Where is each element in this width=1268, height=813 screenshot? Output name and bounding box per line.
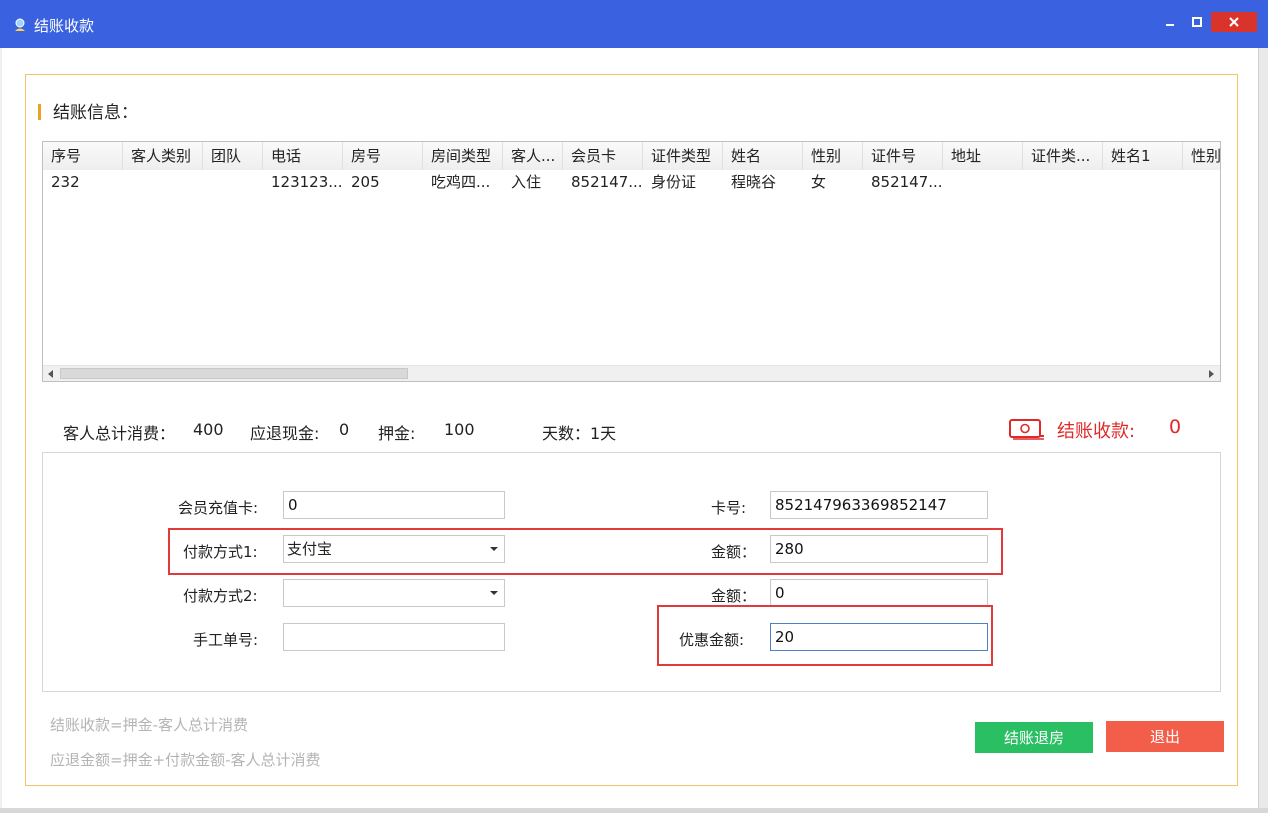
payment-method-2-label: 付款方式2: [183, 587, 258, 605]
days-label: 天数：1天 [542, 424, 617, 443]
column-header[interactable]: 会员卡 [563, 142, 643, 170]
table-cell: 程晓谷 [731, 173, 777, 191]
money-icon [1009, 419, 1044, 440]
title-bar: 结账收款 [0, 0, 1268, 48]
table-cell [943, 169, 1023, 195]
formula-checkout: 结账收款=押金-客人总计消费 [50, 716, 248, 734]
maximize-button[interactable] [1184, 12, 1210, 32]
amount-1-label: 金额： [711, 543, 757, 561]
column-header[interactable]: 性别 [1183, 142, 1220, 170]
close-icon [1229, 17, 1239, 27]
column-header[interactable]: 地址 [943, 142, 1023, 170]
deposit-value: 100 [444, 420, 475, 439]
table-cell: 身份证 [651, 173, 697, 191]
column-header[interactable]: 房号 [343, 142, 423, 170]
table-cell [203, 169, 263, 195]
column-header[interactable]: 电话 [263, 142, 343, 170]
column-header[interactable]: 序号 [43, 142, 123, 170]
minimize-button[interactable] [1157, 12, 1183, 32]
checkout-button[interactable]: 结账退房 [975, 722, 1093, 753]
manual-order-input[interactable] [283, 623, 505, 651]
payment-method-1-value: 支付宝 [287, 540, 333, 558]
close-button[interactable] [1211, 12, 1257, 32]
minimize-icon [1166, 24, 1174, 26]
member-card-label: 会员充值卡: [178, 499, 259, 517]
section-title: 结账信息： [53, 103, 138, 123]
scroll-left-arrow-icon[interactable] [44, 368, 58, 380]
horizontal-scrollbar[interactable] [43, 365, 1220, 381]
table-cell: 123123... [271, 173, 343, 191]
refund-cash-value: 0 [339, 420, 350, 439]
discount-amount-input[interactable] [770, 623, 988, 651]
table-cell: 女 [811, 173, 827, 191]
table-cell: 吃鸡四... [431, 173, 491, 191]
column-header[interactable]: 姓名1 [1103, 142, 1183, 170]
amount-1-input[interactable] [770, 535, 988, 563]
app-logo-icon [15, 18, 25, 31]
member-card-input[interactable] [283, 491, 505, 519]
chevron-down-icon [490, 591, 498, 595]
amount-2-label: 金额： [711, 587, 757, 605]
table-cell: 232 [51, 173, 80, 191]
formula-refund: 应退金额=押金+付款金额-客人总计消费 [50, 751, 321, 769]
card-number-label: 卡号: [711, 499, 747, 517]
total-consumption-label: 客人总计消费： [63, 424, 176, 443]
checkout-info-grid[interactable]: 序号 客人类别 团队 电话 房号 房间类型 客人... 会员卡 证件类型 姓名 … [42, 141, 1221, 382]
column-header[interactable]: 证件号 [863, 142, 943, 170]
window-title: 结账收款 [34, 17, 95, 35]
table-cell [1183, 169, 1220, 195]
table-cell: 205 [351, 173, 380, 191]
total-consumption-value: 400 [193, 420, 224, 439]
background-window-edge [1258, 48, 1268, 813]
table-cell [123, 169, 203, 195]
column-header[interactable]: 客人类别 [123, 142, 203, 170]
payment-method-1-select[interactable]: 支付宝 [283, 535, 505, 563]
column-header[interactable]: 证件类... [1023, 142, 1103, 170]
card-number-input[interactable] [770, 491, 988, 519]
scroll-right-arrow-icon[interactable] [1205, 368, 1219, 380]
table-cell: 入住 [511, 173, 542, 191]
column-header[interactable]: 房间类型 [423, 142, 503, 170]
scrollbar-thumb[interactable] [60, 368, 408, 379]
section-header: 结账信息： [38, 98, 138, 123]
table-cell: 852147... [571, 173, 643, 191]
grid-header: 序号 客人类别 团队 电话 房号 房间类型 客人... 会员卡 证件类型 姓名 … [43, 142, 1220, 170]
checkout-amount-value: 0 [1169, 416, 1182, 438]
section-accent-bar [38, 104, 41, 120]
table-cell [1023, 169, 1103, 195]
deposit-label: 押金: [378, 424, 416, 443]
column-header[interactable]: 证件类型 [643, 142, 723, 170]
column-header[interactable]: 客人... [503, 142, 563, 170]
checkout-amount-label: 结账收款: [1057, 421, 1136, 442]
column-header[interactable]: 团队 [203, 142, 263, 170]
column-header[interactable]: 性别 [803, 142, 863, 170]
exit-button[interactable]: 退出 [1106, 721, 1224, 752]
payment-method-2-select[interactable] [283, 579, 505, 607]
table-cell [1103, 169, 1183, 195]
chevron-down-icon [490, 547, 498, 551]
window-bottom-edge [0, 808, 1268, 813]
table-cell: 852147... [871, 173, 943, 191]
manual-order-label: 手工单号: [193, 631, 259, 649]
amount-2-input[interactable] [770, 579, 988, 607]
maximize-icon [1192, 17, 1202, 27]
discount-amount-label: 优惠金额: [679, 631, 745, 649]
column-header[interactable]: 姓名 [723, 142, 803, 170]
payment-method-1-label: 付款方式1: [183, 543, 258, 561]
refund-cash-label: 应退现金: [250, 424, 320, 443]
table-row[interactable]: 232 123123... 205 吃鸡四... 入住 852147... 身份… [43, 169, 1220, 195]
